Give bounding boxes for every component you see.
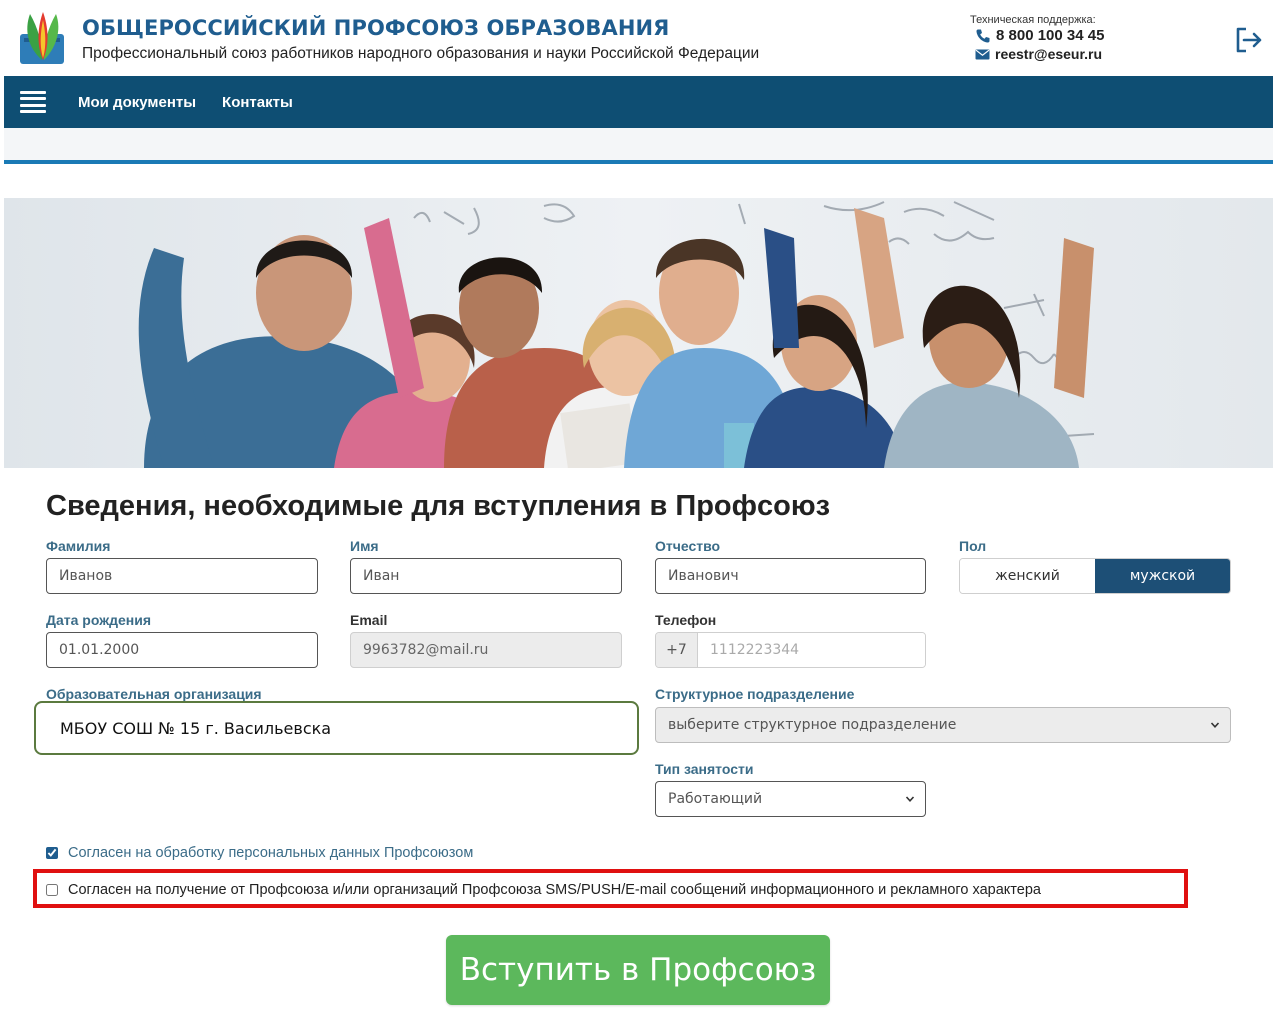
consent-messages-row[interactable]: Согласен на получение от Профсоюза и/или… <box>46 882 1041 898</box>
logout-icon[interactable] <box>1232 24 1264 56</box>
division-label: Структурное подразделение <box>655 686 855 702</box>
consent-messages-label: Согласен на получение от Профсоюза и/или… <box>68 882 1041 898</box>
students-photo <box>4 198 1273 468</box>
hero-banner-image <box>4 198 1273 468</box>
employment-label: Тип занятости <box>655 761 754 777</box>
nav-contacts[interactable]: Контакты <box>222 94 293 111</box>
support-email-row: reestr@eseur.ru <box>975 45 1140 64</box>
email-label: Email <box>350 612 388 628</box>
phone-icon <box>976 29 990 43</box>
support-email[interactable]: reestr@eseur.ru <box>995 45 1102 64</box>
chevron-down-icon <box>1210 722 1220 728</box>
consent-personal-row[interactable]: Согласен на обработку персональных данны… <box>46 845 473 861</box>
phone-prefix: +7 <box>656 633 698 667</box>
birth-date-label: Дата рождения <box>46 612 152 628</box>
org-title: ОБЩЕРОССИЙСКИЙ ПРОФСОЮЗ ОБРАЗОВАНИЯ <box>82 16 670 40</box>
support-block: Техническая поддержка: 8 800 100 34 45 r… <box>970 14 1140 64</box>
first-name-label: Имя <box>350 538 379 554</box>
accent-divider <box>4 160 1273 164</box>
nav-my-documents[interactable]: Мои документы <box>78 94 196 111</box>
last-name-label: Фамилия <box>46 538 111 554</box>
main-navbar: Мои документы Контакты <box>4 76 1273 128</box>
gender-toggle: женский мужской <box>959 558 1231 594</box>
gender-male-button[interactable]: мужской <box>1095 559 1230 593</box>
division-select-value: выберите структурное подразделение <box>668 717 957 733</box>
birth-date-input[interactable] <box>46 632 318 668</box>
org-label: Образовательная организация <box>46 686 262 702</box>
first-name-input[interactable] <box>350 558 622 594</box>
phone-label: Телефон <box>655 612 717 628</box>
mail-icon <box>975 49 990 60</box>
gender-female-button[interactable]: женский <box>960 559 1095 593</box>
patronymic-input[interactable] <box>655 558 926 594</box>
consent-personal-checkbox[interactable] <box>46 847 58 859</box>
org-input[interactable] <box>34 701 639 755</box>
patronymic-label: Отчество <box>655 538 721 554</box>
consent-messages-checkbox[interactable] <box>46 884 58 896</box>
site-header: ОБЩЕРОССИЙСКИЙ ПРОФСОЮЗ ОБРАЗОВАНИЯ Проф… <box>0 0 1280 76</box>
support-label: Техническая поддержка: <box>970 14 1096 26</box>
phone-input[interactable] <box>698 633 925 667</box>
email-field[interactable] <box>350 632 622 668</box>
phone-group: +7 <box>655 632 926 668</box>
division-select[interactable]: выберите структурное подразделение <box>655 707 1231 743</box>
gender-label: Пол <box>959 538 987 554</box>
support-phone[interactable]: 8 800 100 34 45 <box>996 26 1104 45</box>
union-logo-icon <box>20 12 64 64</box>
employment-select[interactable]: Работающий <box>655 781 926 817</box>
consent-personal-label: Согласен на обработку персональных данны… <box>68 845 474 861</box>
sub-nav-strip <box>4 128 1273 160</box>
chevron-down-icon <box>905 796 915 802</box>
org-subtitle: Профессиональный союз работников народно… <box>82 45 760 62</box>
hamburger-menu-icon[interactable] <box>20 91 46 113</box>
support-phone-row: 8 800 100 34 45 <box>975 26 1140 45</box>
employment-select-value: Работающий <box>668 791 763 807</box>
join-union-button[interactable]: Вступить в Профсоюз <box>446 935 830 1005</box>
last-name-input[interactable] <box>46 558 318 594</box>
form-title: Сведения, необходимые для вступления в П… <box>46 490 831 522</box>
